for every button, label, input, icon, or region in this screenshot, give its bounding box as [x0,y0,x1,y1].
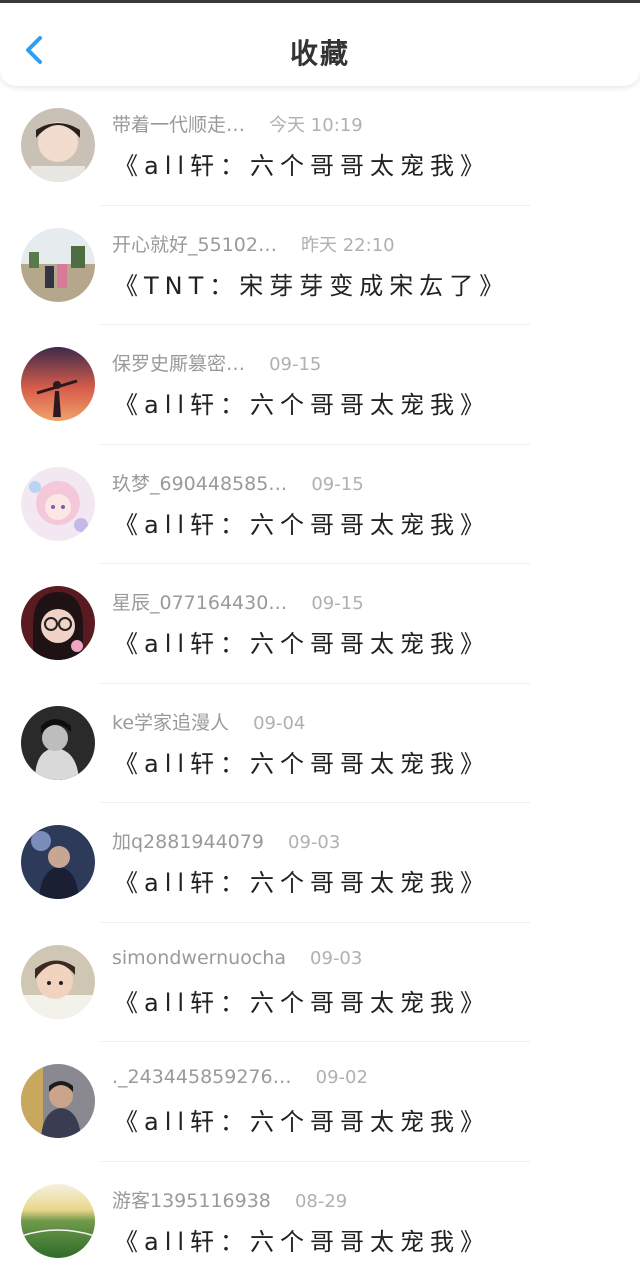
username: 开心就好_55102… [112,233,277,256]
username: ._243445859276… [112,1066,292,1088]
avatar[interactable] [21,227,95,302]
timestamp: 09-15 [311,593,364,614]
story-title[interactable]: 《all轩：六个哥哥太宠我》 [114,1102,490,1137]
timestamp: 09-03 [288,832,341,853]
avatar[interactable] [21,466,95,541]
timestamp: 今天 10:19 [269,115,363,136]
username: 加q2881944079 [112,831,264,853]
list-item[interactable]: 星辰_077164430… 09-15 《all轩：六个哥哥太宠我》 [0,564,640,684]
list-item[interactable]: ke学家追漫人 09-04 《all轩：六个哥哥太宠我》 [0,684,640,803]
list-item[interactable]: 游客1395116938 08-29 《all轩：六个哥哥太宠我》 [0,1162,640,1280]
username: 游客1395116938 [112,1189,271,1212]
timestamp: 09-04 [253,712,306,734]
username: 带着一代顺走… [112,114,246,136]
list-item[interactable]: 保罗史厮篡密… 09-15 《all轩：六个哥哥太宠我》 [0,325,640,445]
avatar[interactable] [21,108,95,182]
story-title[interactable]: 《all轩：六个哥哥太宠我》 [114,1222,490,1257]
story-title[interactable]: 《all轩：六个哥哥太宠我》 [114,983,490,1018]
list-item[interactable]: 带着一代顺走… 今天 10:19 《all轩：六个哥哥太宠我》 [0,86,640,206]
username: ke学家追漫人 [112,711,230,734]
username: 玖梦_690448585… [112,472,288,495]
avatar[interactable] [21,825,95,899]
username: 星辰_077164430… [112,592,288,614]
list-item[interactable]: ._243445859276… 09-02 《all轩：六个哥哥太宠我》 [0,1042,640,1162]
story-title[interactable]: 《all轩：六个哥哥太宠我》 [114,146,490,181]
list-item[interactable]: 玖梦_690448585… 09-15 《all轩：六个哥哥太宠我》 [0,445,640,564]
story-title[interactable]: 《all轩：六个哥哥太宠我》 [114,624,490,659]
story-title[interactable]: 《all轩：六个哥哥太宠我》 [114,863,490,898]
avatar[interactable] [21,347,95,421]
avatar[interactable] [21,1183,95,1258]
avatar[interactable] [21,944,95,1019]
timestamp: 09-15 [311,473,364,495]
status-line [0,0,640,3]
page-title: 收藏 [289,37,350,70]
favorites-list: 带着一代顺走… 今天 10:19 《all轩：六个哥哥太宠我》 开心就好_551… [0,86,640,1280]
avatar[interactable] [21,705,95,780]
avatar[interactable] [21,586,95,660]
story-title[interactable]: 《all轩：六个哥哥太宠我》 [114,505,490,540]
username: 保罗史厮篡密… [112,353,246,375]
avatar[interactable] [21,1064,95,1138]
list-item[interactable]: simondwernuocha 09-03 《all轩：六个哥哥太宠我》 [0,923,640,1042]
timestamp: 09-03 [310,947,363,969]
story-title[interactable]: 《all轩：六个哥哥太宠我》 [114,744,490,779]
timestamp: 08-29 [294,1190,348,1212]
timestamp: 09-02 [315,1067,368,1088]
timestamp: 昨天 22:10 [301,234,395,256]
list-item[interactable]: 加q2881944079 09-03 《all轩：六个哥哥太宠我》 [0,803,640,923]
timestamp: 09-15 [269,354,322,375]
story-title[interactable]: 《TNT：宋芽芽变成宋厷了》 [114,266,509,301]
username: simondwernuocha [112,946,286,969]
story-title[interactable]: 《all轩：六个哥哥太宠我》 [114,385,490,420]
top-bar: 收藏 [0,4,640,86]
list-item[interactable]: 开心就好_55102… 昨天 22:10 《TNT：宋芽芽变成宋厷了》 [0,206,640,325]
